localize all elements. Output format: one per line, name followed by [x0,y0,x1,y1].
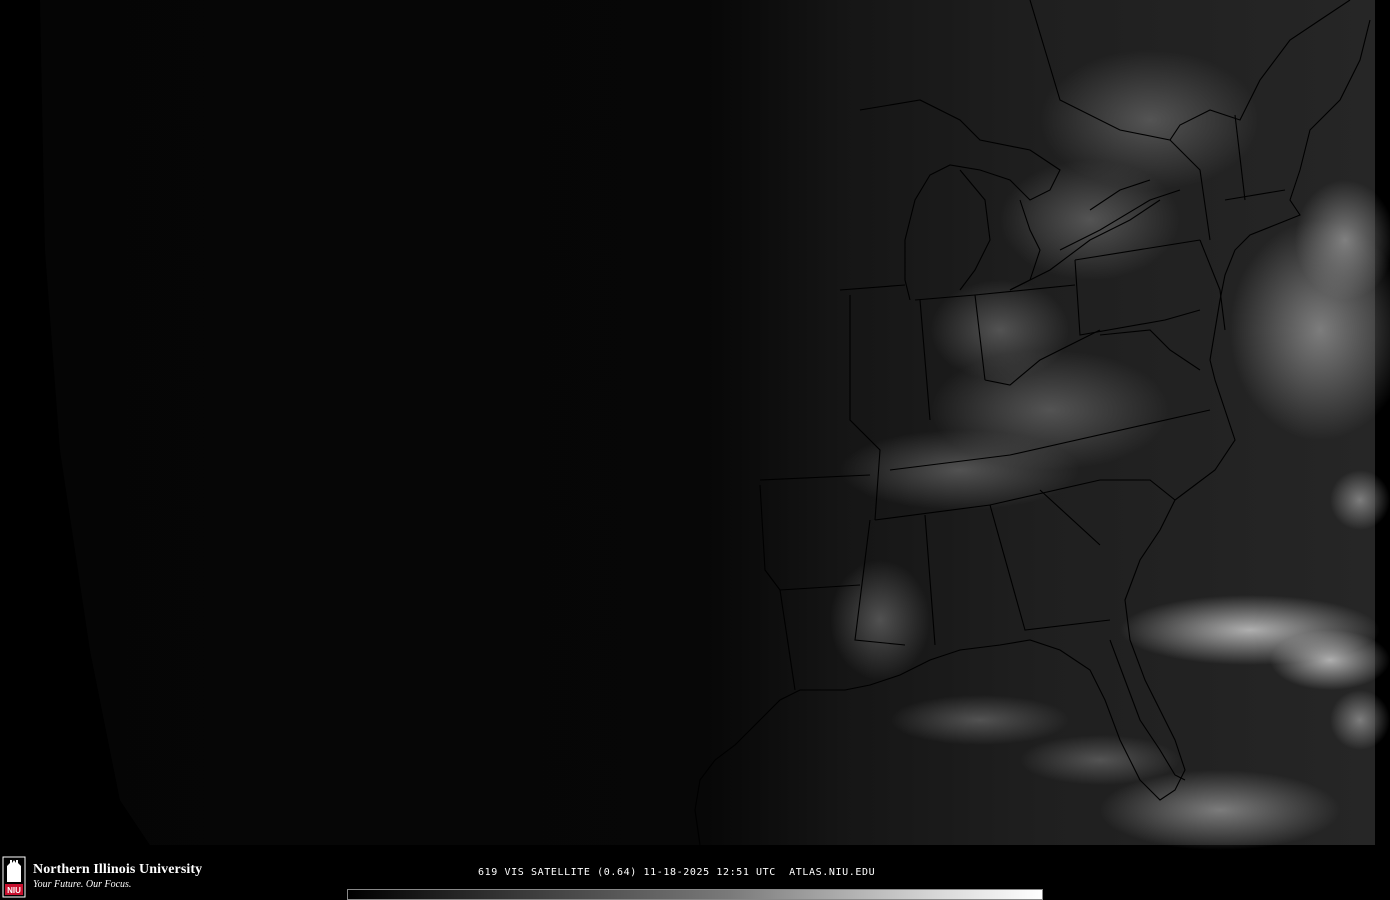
satellite-viewer: NIU Northern Illinois University Your Fu… [0,0,1390,900]
niu-logo-icon: NIU [2,856,26,898]
satellite-map [40,0,1390,850]
university-name: Northern Illinois University [33,862,203,877]
logo-text: NIU [7,886,21,895]
university-tagline: Your Future. Our Focus. [33,879,132,890]
brightness-colorbar [347,889,1043,900]
image-caption: 619 VIS SATELLITE (0.64) 11-18-2025 12:5… [478,867,876,878]
